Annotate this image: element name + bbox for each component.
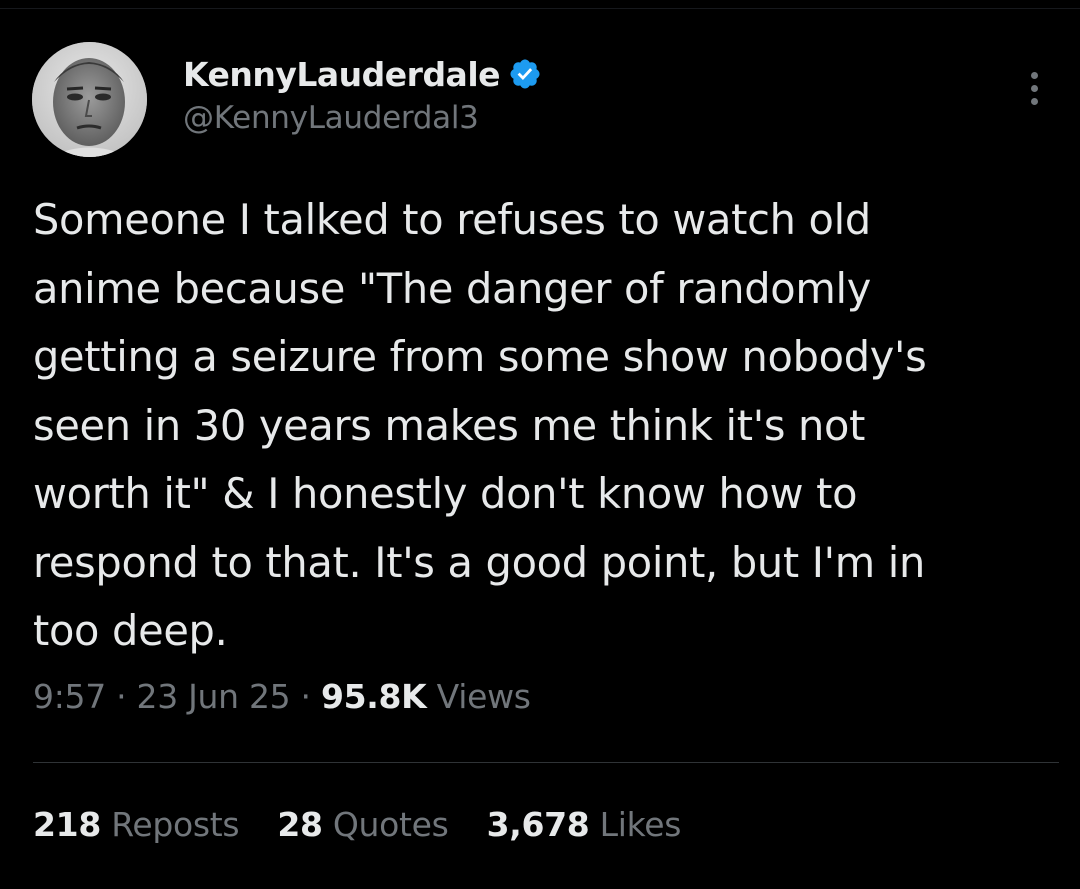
reposts-label: Reposts	[111, 805, 240, 844]
author-identity: KennyLauderdale @KennyLauderdal3	[183, 52, 542, 136]
author-handle[interactable]: @KennyLauderdal3	[183, 100, 542, 136]
author-display-name[interactable]: KennyLauderdale	[183, 55, 501, 94]
tweet-meta: 9:57 · 23 Jun 25 · 95.8K Views	[33, 677, 531, 716]
views-count: 95.8K	[320, 677, 427, 716]
more-options-icon[interactable]	[1026, 72, 1042, 112]
reposts-stat[interactable]: 218 Reposts	[33, 805, 240, 844]
quotes-count: 28	[277, 805, 323, 844]
tweet-date[interactable]: 23 Jun 25	[137, 677, 291, 716]
likes-count: 3,678	[486, 805, 590, 844]
meta-separator: ·	[300, 677, 312, 716]
stats-divider	[33, 762, 1059, 763]
tweet-detail: KennyLauderdale @KennyLauderdal3 Someone…	[0, 0, 1080, 889]
avatar[interactable]	[32, 42, 147, 157]
author-name-row: KennyLauderdale	[183, 52, 542, 96]
avatar-photo	[32, 42, 147, 157]
tweet-header: KennyLauderdale @KennyLauderdal3	[32, 40, 1048, 160]
quotes-stat[interactable]: 28 Quotes	[277, 805, 449, 844]
likes-label: Likes	[599, 805, 682, 844]
views-label: Views	[436, 677, 531, 716]
verified-badge-icon[interactable]	[508, 57, 542, 91]
likes-stat[interactable]: 3,678 Likes	[487, 805, 682, 844]
tweet-time[interactable]: 9:57	[33, 677, 106, 716]
reposts-count: 218	[33, 805, 101, 844]
meta-separator: ·	[116, 677, 127, 716]
engagement-stats: 218 Reposts 28 Quotes 3,678 Likes	[33, 805, 719, 844]
tweet-text: Someone I talked to refuses to watch old…	[33, 195, 927, 655]
quotes-label: Quotes	[332, 805, 449, 844]
